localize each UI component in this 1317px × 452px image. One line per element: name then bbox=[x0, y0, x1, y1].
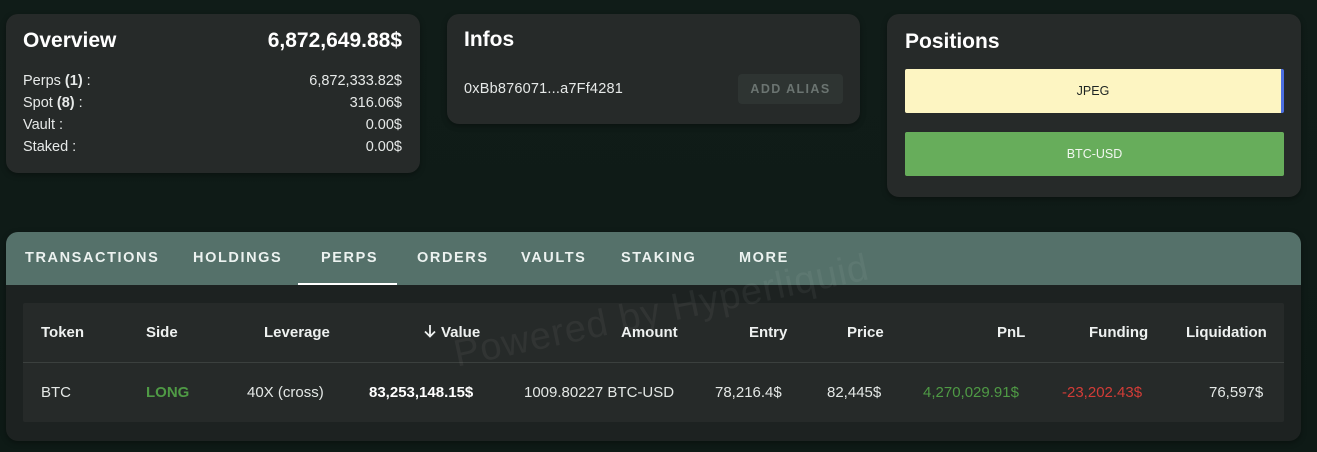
portfolio-panel: TRANSACTIONS HOLDINGS PERPS ORDERS VAULT… bbox=[6, 232, 1301, 441]
header-entry[interactable]: Entry bbox=[749, 303, 787, 363]
tab-bar: TRANSACTIONS HOLDINGS PERPS ORDERS VAULT… bbox=[6, 232, 1301, 285]
overview-row-suffix: : bbox=[82, 73, 91, 89]
tab-perps[interactable]: PERPS bbox=[321, 232, 378, 285]
header-value[interactable]: Value bbox=[422, 303, 480, 363]
cell-funding: -23,202.43$ bbox=[1062, 384, 1143, 401]
overview-row-label: Perps bbox=[23, 73, 65, 89]
overview-row-value: 0.00$ bbox=[365, 117, 402, 133]
overview-row-label: Vault : bbox=[23, 117, 64, 133]
tab-staking[interactable]: STAKING bbox=[621, 232, 696, 285]
header-side[interactable]: Side bbox=[146, 303, 178, 363]
position-jpeg[interactable]: JPEG bbox=[905, 69, 1284, 113]
cell-leverage: 40X (cross) bbox=[247, 384, 324, 401]
header-value-label: Value bbox=[441, 324, 481, 341]
overview-row-count: (1) bbox=[64, 73, 83, 89]
cell-value: 83,253,148.15$ bbox=[369, 384, 474, 401]
overview-row-value: 0.00$ bbox=[365, 139, 402, 155]
overview-row-suffix: : bbox=[74, 95, 83, 111]
tab-transactions[interactable]: TRANSACTIONS bbox=[25, 232, 159, 285]
overview-row-staked: Staked : 0.00$ bbox=[23, 136, 402, 158]
overview-card: Overview 6,872,649.88$ Perps (1) : 6,872… bbox=[6, 14, 420, 173]
cell-entry: 78,216.4$ bbox=[715, 384, 782, 401]
header-liquidation[interactable]: Liquidation bbox=[1186, 303, 1267, 363]
positions-card: Positions JPEG BTC-USD bbox=[887, 14, 1301, 197]
overview-row-vault: Vault : 0.00$ bbox=[23, 114, 402, 136]
header-funding[interactable]: Funding bbox=[1089, 303, 1148, 363]
cell-price: 82,445$ bbox=[827, 384, 882, 401]
table-row[interactable]: BTC LONG 40X (cross) 83,253,148.15$ 1009… bbox=[23, 363, 1284, 423]
cell-side: LONG bbox=[146, 384, 190, 401]
header-price[interactable]: Price bbox=[847, 303, 884, 363]
cell-amount: 1009.80227 BTC-USD bbox=[524, 384, 675, 401]
cell-pnl: 4,270,029.91$ bbox=[923, 384, 1019, 401]
header-pnl[interactable]: PnL bbox=[997, 303, 1025, 363]
overview-row-value: 316.06$ bbox=[349, 95, 402, 111]
tab-orders[interactable]: ORDERS bbox=[417, 232, 489, 285]
tab-vaults[interactable]: VAULTS bbox=[521, 232, 586, 285]
overview-row-label: Spot bbox=[23, 95, 57, 111]
overview-row-label: Staked : bbox=[23, 139, 77, 155]
overview-row-count: (8) bbox=[56, 95, 75, 111]
overview-row-value: 6,872,333.82$ bbox=[309, 73, 402, 89]
overview-row-perps: Perps (1) : 6,872,333.82$ bbox=[23, 70, 402, 92]
cell-token: BTC bbox=[41, 384, 71, 401]
overview-row-spot: Spot (8) : 316.06$ bbox=[23, 92, 402, 114]
header-leverage[interactable]: Leverage bbox=[264, 303, 330, 363]
header-token[interactable]: Token bbox=[41, 303, 84, 363]
active-tab-indicator bbox=[298, 283, 397, 285]
header-amount[interactable]: Amount bbox=[621, 303, 678, 363]
position-btc-usd[interactable]: BTC-USD bbox=[905, 132, 1284, 176]
infos-card: Infos 0xBb876071...a7Ff4281 ADD ALIAS bbox=[447, 14, 860, 124]
table-header-row: Token Side Leverage Value Amount Entry P… bbox=[23, 303, 1284, 363]
cell-liquidation: 76,597$ bbox=[1209, 384, 1264, 401]
overview-total: 6,872,649.88$ bbox=[267, 29, 402, 52]
wallet-address[interactable]: 0xBb876071...a7Ff4281 bbox=[464, 81, 623, 97]
add-alias-button[interactable]: ADD ALIAS bbox=[738, 74, 843, 104]
perps-table: Token Side Leverage Value Amount Entry P… bbox=[23, 303, 1284, 422]
positions-title: Positions bbox=[905, 30, 1000, 53]
sort-descending-icon bbox=[424, 325, 436, 338]
tab-more[interactable]: MORE bbox=[739, 232, 789, 285]
overview-title: Overview bbox=[23, 29, 117, 52]
infos-title: Infos bbox=[464, 28, 515, 51]
tab-holdings[interactable]: HOLDINGS bbox=[193, 232, 282, 285]
